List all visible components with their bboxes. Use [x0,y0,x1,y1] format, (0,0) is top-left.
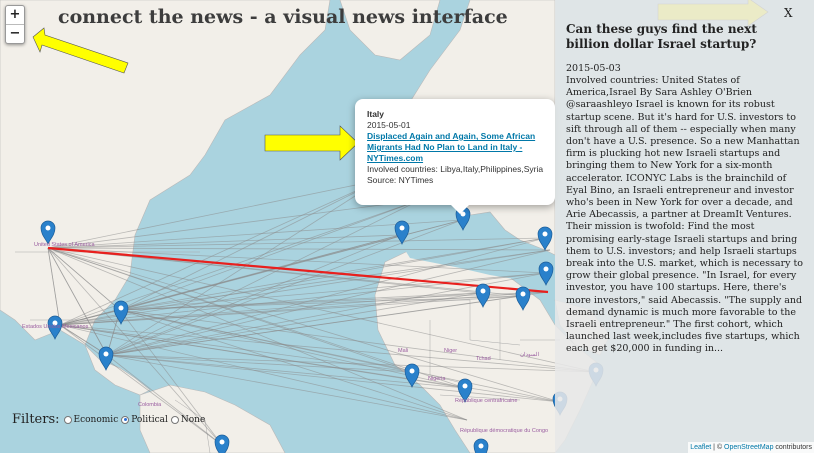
news-popup: Italy 2015-05-01 Displaced Again and Aga… [355,99,555,214]
popup-headline-link[interactable]: Displaced Again and Again, Some African … [367,131,555,164]
article-panel: X Can these guys find the next billion d… [555,0,814,453]
label-tchad: Tchad [476,356,491,362]
osm-link[interactable]: OpenStreetMap [724,444,773,451]
filter-political-radio[interactable] [121,415,130,424]
label-united-states: United States of America [34,242,95,248]
label-car: République centrafricaine [455,398,517,404]
popup-source: Source: NYTimes [367,175,434,185]
article-date: 2015-05-03 [566,63,621,74]
filters-label: Filters: [12,412,60,427]
filters-bar: Filters: Economic Political None [12,412,208,427]
popup-date: 2015-05-01 [367,120,411,130]
filter-none-radio[interactable] [170,415,179,424]
page-title: connect the news - a visual news interfa… [58,6,508,28]
article-title: Can these guys find the next billion dol… [566,22,757,51]
map-attribution: Leaflet | © OpenStreetMap contributors [688,442,814,453]
label-mexico: Estados Unidos Mexicanos [22,324,89,330]
popup-tip [451,205,469,214]
label-sudan: السودان [520,351,539,358]
close-button[interactable]: X [784,6,793,20]
zoom-out-button[interactable]: − [6,24,24,43]
filter-economic[interactable]: Economic [63,414,119,425]
attribution-sep: | © [711,444,725,451]
filter-political-label: Political [131,414,168,425]
filter-economic-radio[interactable] [63,415,72,424]
label-nigeria: Nigeria [428,376,446,382]
filter-none-label: None [180,414,206,425]
label-mali: Mali [398,348,408,354]
filter-political[interactable]: Political [121,415,168,425]
popup-country: Italy [367,109,385,119]
filter-economic-label: Economic [73,414,119,425]
label-congo: République démocratique du Congo [460,428,548,434]
zoom-control: + − [5,5,25,44]
map-marker-icon[interactable] [473,438,489,453]
filter-none[interactable]: None [170,414,206,425]
label-colombia: Colombia [138,402,162,408]
label-niger: Niger [444,348,457,354]
article-body: Involved countries: United States of Ame… [566,75,804,355]
popup-countries: Involved countries: Libya,Italy,Philippi… [367,164,544,174]
zoom-in-button[interactable]: + [6,6,24,24]
leaflet-link[interactable]: Leaflet [690,444,711,451]
attribution-suffix: contributors [773,444,812,451]
